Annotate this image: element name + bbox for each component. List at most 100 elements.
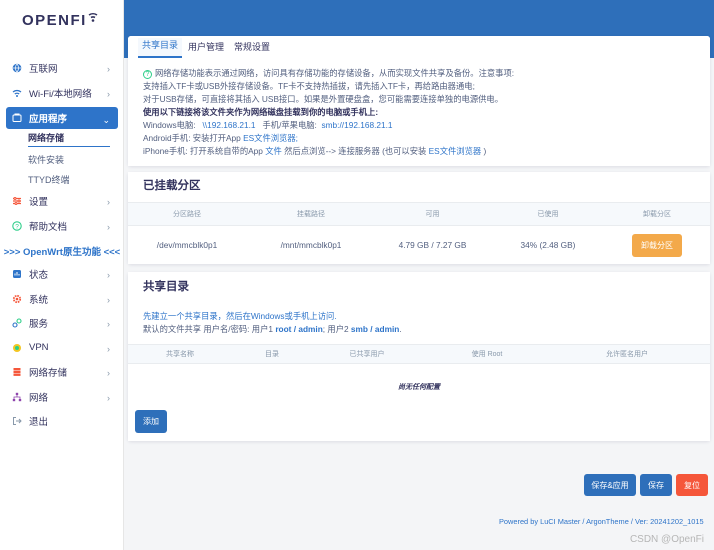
sidebar-item-label: 应用程序 — [29, 114, 68, 125]
chevron-right-icon: › — [107, 221, 110, 232]
question-icon: ? — [143, 70, 152, 79]
sidebar-item-label: Wi-Fi/本地网络 — [29, 88, 92, 100]
chevron-right-icon: › — [107, 392, 110, 403]
chevron-right-icon: › — [107, 368, 110, 378]
sidebar-item-logout[interactable]: 退出 — [0, 409, 124, 434]
column-header: 已使用 — [537, 211, 559, 218]
column-header: 卸载分区 — [643, 211, 671, 218]
footer-credits[interactable]: Powered by LuCI Master / ArgonTheme / Ve… — [499, 517, 704, 526]
globe-icon — [12, 63, 22, 73]
chevron-right-icon: › — [107, 270, 110, 280]
status-icon — [12, 269, 22, 279]
files-app-link[interactable]: 文件 — [265, 146, 282, 156]
section-title: 共享目录 — [128, 272, 710, 300]
chevron-right-icon: › — [107, 319, 110, 329]
sidebar-item-label: 互联网 — [29, 64, 58, 76]
sidebar-item-nas[interactable]: 网络存储 › — [0, 360, 124, 385]
chevron-right-icon: › — [107, 294, 110, 305]
share-intro: 先建立一个共享目录，然后在Windows或手机上访问. 默认的文件共享 用户名/… — [128, 300, 710, 340]
sidebar-item-apps[interactable]: 应用程序 ⌄ — [6, 107, 118, 129]
sidebar-item-settings[interactable]: 设置 › — [0, 189, 124, 214]
sidebar-item-network[interactable]: 网络 › — [0, 385, 124, 410]
es-explorer-link[interactable]: ES文件浏览器; — [243, 133, 298, 143]
tab-users[interactable]: 用户管理 — [184, 40, 228, 58]
sidebar-item-label: VPN — [29, 342, 49, 354]
column-header: 挂载路径 — [297, 211, 325, 218]
section-title: 已挂载分区 — [128, 172, 710, 198]
unmount-button[interactable]: 卸载分区 — [632, 233, 682, 257]
sidebar-item-label: 帮助文档 — [29, 221, 68, 233]
column-header: 共享名称 — [166, 351, 194, 358]
network-icon — [12, 392, 22, 402]
share-intro-line: 先建立一个共享目录，然后在Windows或手机上访问. — [143, 311, 337, 321]
notice-box: ? 网络存储功能表示通过网络，访问具有存储功能的存储设备，从而实现文件共享及备份。… — [128, 58, 710, 166]
vpn-icon — [12, 343, 22, 353]
storage-icon — [12, 367, 22, 377]
column-header: 允许匿名用户 — [606, 351, 648, 358]
native-functions-divider: >>> OpenWrt原生功能 <<< — [3, 247, 121, 258]
sidebar: OPENFI 互联网 › Wi-Fi/本地网络 › 应用程序 ⌄ 网络存储 软件… — [0, 0, 124, 550]
services-icon — [12, 318, 22, 328]
table-row: /dev/mmcblk0p1 /mnt/mmcblk0p1 4.79 GB / … — [128, 226, 710, 264]
app-icon — [12, 113, 22, 123]
sidebar-item-system[interactable]: 系统 › — [0, 287, 124, 312]
sidebar-subitem-ttyd[interactable]: TTYD终端 — [0, 169, 124, 189]
save-button[interactable]: 保存 — [640, 474, 672, 496]
column-header: 分区路径 — [173, 211, 201, 218]
tab-general[interactable]: 常规设置 — [230, 40, 274, 58]
sidebar-item-label: 网络 — [29, 392, 49, 404]
chevron-right-icon: › — [107, 197, 110, 207]
main-content: 共享目录 用户管理 常规设置 ? 网络存储功能表示通过网络，访问具有存储功能的存储… — [128, 36, 710, 441]
chevron-right-icon: › — [107, 343, 110, 354]
smb-path-link[interactable]: smb://192.168.21.1 — [322, 120, 393, 130]
notice-line: ? 网络存储功能表示通过网络，访问具有存储功能的存储设备，从而实现文件共享及备份。… — [143, 67, 695, 80]
share-intro-line: 默认的文件共享 用户名/密码: 用户1 root / admin; 用户2 sm… — [143, 324, 402, 334]
es-explorer-link[interactable]: ES文件浏览器 — [429, 146, 482, 156]
sidebar-item-label: 设置 — [29, 197, 49, 209]
notice-line: iPhone手机: 打开系统自带的App 文件 然后点浏览--> 连接服务器 (… — [143, 146, 487, 156]
add-row: 添加 — [128, 410, 710, 441]
sidebar-subitem-storage[interactable]: 网络存储 — [0, 129, 124, 149]
tab-shares[interactable]: 共享目录 — [138, 38, 183, 58]
table-header: 共享名称 目录 已共享用户 使用 Root 允许匿名用户 — [128, 344, 710, 364]
reset-button[interactable]: 复位 — [676, 474, 708, 496]
wifi-icon — [12, 88, 22, 98]
system-icon — [12, 294, 22, 304]
column-header: 可用 — [425, 211, 440, 218]
default-user1: root / admin — [275, 324, 323, 334]
sidebar-nav: 互联网 › Wi-Fi/本地网络 › 应用程序 ⌄ 网络存储 软件安装 TTYD… — [0, 56, 124, 434]
default-user2: smb / admin — [350, 324, 400, 334]
sidebar-item-status[interactable]: 状态 › — [0, 262, 124, 287]
save-apply-button[interactable]: 保存&应用 — [584, 474, 636, 496]
notice-line: Android手机: 安装打开App ES文件浏览器; — [143, 133, 298, 143]
chevron-right-icon: › — [107, 88, 110, 99]
watermark: CSDN @OpenFi — [629, 534, 704, 545]
windows-path-link[interactable]: \\192.168.21.1 — [202, 120, 255, 130]
sidebar-item-label: 网络存储 — [29, 368, 68, 380]
svg-text:?: ? — [15, 223, 19, 230]
chevron-down-icon: ⌄ — [102, 115, 110, 125]
notice-line: 使用以下链接将该文件夹作为网络磁盘挂载到你的电脑或手机上: — [143, 107, 379, 117]
sidebar-item-label: 服务 — [29, 319, 49, 331]
sidebar-item-vpn[interactable]: VPN › — [0, 336, 124, 361]
table-header: 分区路径 挂载路径 可用 已使用 卸载分区 — [128, 202, 710, 226]
logout-icon — [12, 416, 22, 426]
tab-bar: 共享目录 用户管理 常规设置 — [128, 36, 710, 58]
sidebar-item-label: 系统 — [29, 294, 49, 306]
action-cell: 卸载分区 — [607, 233, 707, 257]
sidebar-item-label: 退出 — [29, 417, 49, 429]
device-cell: /dev/mmcblk0p1 — [156, 240, 218, 250]
mounted-section: 已挂载分区 分区路径 挂载路径 可用 已使用 卸载分区 /dev/mmcblk0… — [128, 172, 710, 264]
add-share-button[interactable]: 添加 — [135, 410, 167, 433]
sidebar-item-help[interactable]: ? 帮助文档 › — [0, 214, 124, 239]
sidebar-item-internet[interactable]: 互联网 › — [0, 56, 124, 81]
available-cell: 4.79 GB / 7.27 GB — [398, 240, 467, 250]
sidebar-item-wifi[interactable]: Wi-Fi/本地网络 › — [0, 81, 124, 106]
sidebar-item-services[interactable]: 服务 › — [0, 311, 124, 336]
sidebar-subitem-software[interactable]: 软件安装 — [0, 149, 124, 169]
settings-icon — [12, 196, 22, 206]
settings-card: 共享目录 用户管理 常规设置 ? 网络存储功能表示通过网络，访问具有存储功能的存储… — [128, 36, 710, 166]
logo-wifi-icon — [88, 12, 98, 22]
column-header: 目录 — [265, 351, 279, 358]
column-header: 已共享用户 — [349, 351, 385, 358]
